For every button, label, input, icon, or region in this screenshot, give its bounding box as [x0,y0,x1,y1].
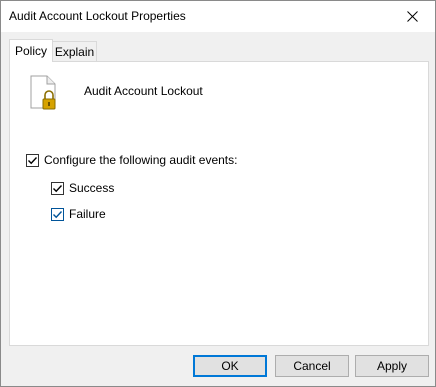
ok-button[interactable]: OK [193,355,267,377]
checkbox-box[interactable] [51,207,64,221]
document-lock-icon [30,75,56,110]
failure-label: Failure [69,207,106,221]
apply-button[interactable]: Apply [355,355,429,377]
tab-policy[interactable]: Policy [9,39,53,62]
tab-explain[interactable]: Explain [53,41,97,62]
checkbox-box[interactable] [26,153,39,167]
policy-name: Audit Account Lockout [84,84,203,98]
checkmark-icon [28,156,38,164]
cancel-button[interactable]: Cancel [275,355,349,377]
title-bar: Audit Account Lockout Properties [1,1,435,32]
close-button[interactable] [389,1,435,32]
checkmark-icon [53,184,63,192]
configure-audit-checkbox[interactable]: Configure the following audit events: [26,153,237,167]
checkbox-box[interactable] [51,181,64,195]
window-title: Audit Account Lockout Properties [9,9,186,23]
policy-tab-panel: Audit Account Lockout Configure the foll… [9,61,429,346]
failure-checkbox[interactable]: Failure [51,207,106,221]
close-icon [406,11,418,22]
configure-audit-label: Configure the following audit events: [44,153,238,167]
success-label: Success [69,181,115,195]
properties-dialog: Audit Account Lockout Properties Policy … [0,0,436,387]
success-checkbox[interactable]: Success [51,181,114,195]
checkmark-icon [53,210,63,218]
